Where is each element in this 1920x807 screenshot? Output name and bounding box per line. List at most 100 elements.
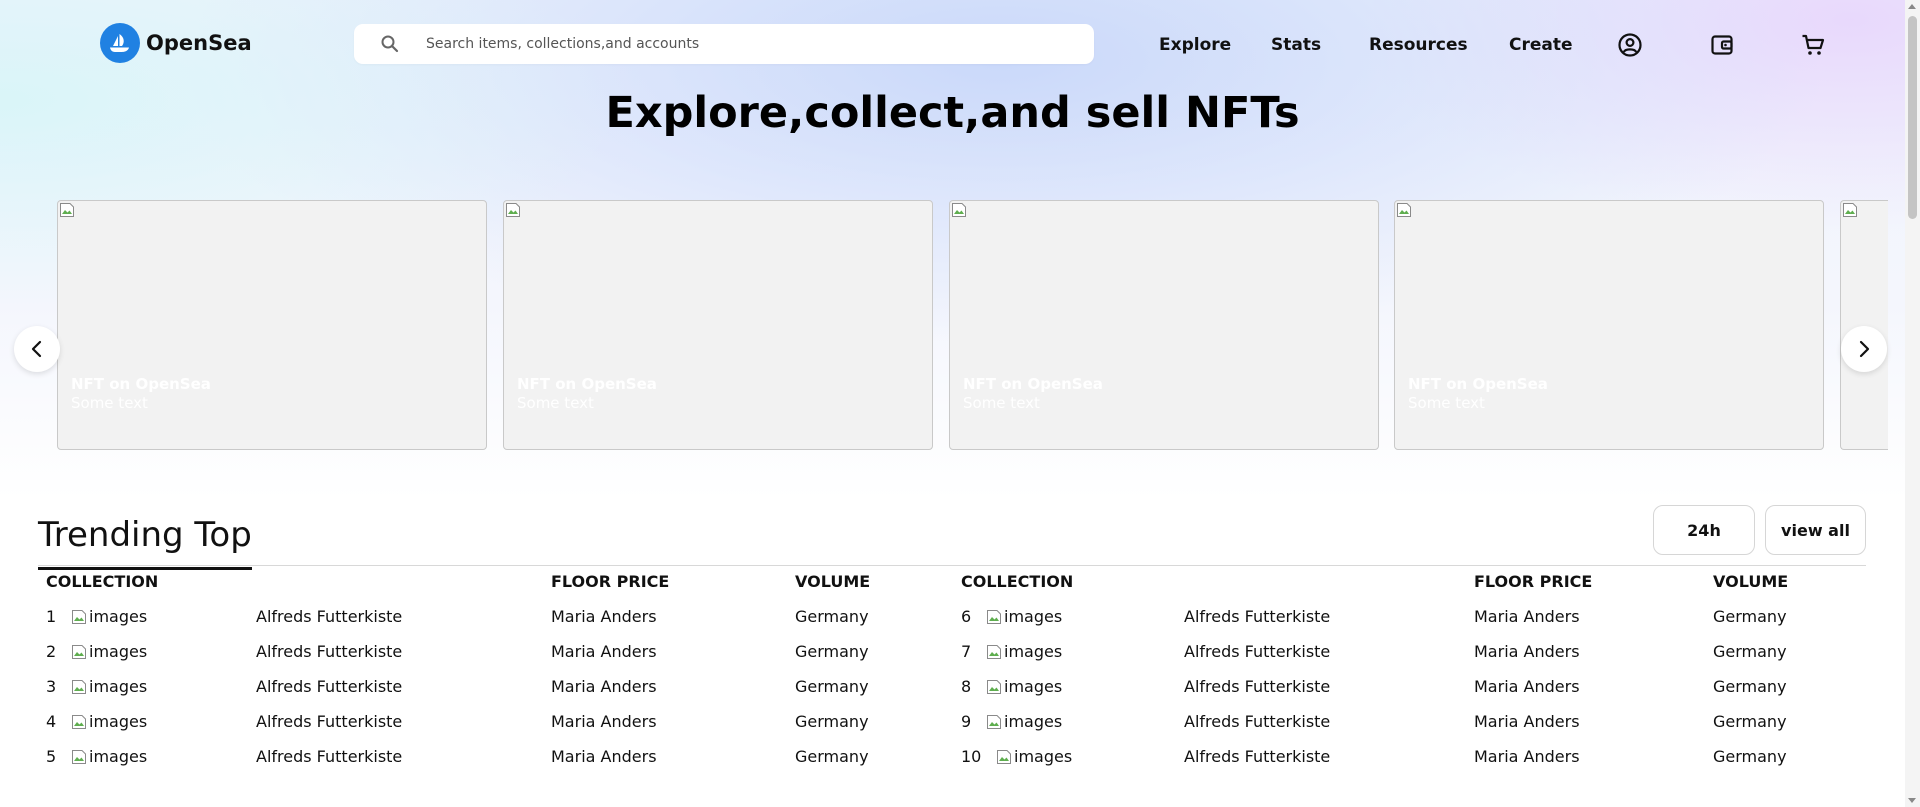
broken-image-icon <box>72 680 86 694</box>
collection-name[interactable]: Alfreds Futterkiste <box>256 677 402 697</box>
card-title: NFT on OpenSea <box>517 375 657 393</box>
volume-value: Germany <box>1713 677 1787 696</box>
carousel-next-button[interactable] <box>1841 326 1887 372</box>
broken-image-icon <box>987 645 1001 659</box>
volume-value: Germany <box>795 677 869 696</box>
collection-image: images <box>986 642 1062 662</box>
scroll-up-arrow-icon[interactable] <box>1908 4 1916 9</box>
collection-name[interactable]: Alfreds Futterkiste <box>256 607 402 627</box>
rank-number: 2 <box>46 642 57 661</box>
carousel-card[interactable]: NFT on OpenSea Some text <box>503 200 933 450</box>
table-row[interactable]: 5 images Alfreds Futterkiste Maria Anders Ge… <box>46 747 906 782</box>
volume-value: Germany <box>795 747 869 766</box>
search-bar[interactable] <box>354 24 1094 64</box>
page-scrollbar[interactable] <box>1905 0 1920 807</box>
nav-explore[interactable]: Explore <box>1159 35 1231 55</box>
collection-name[interactable]: Alfreds Futterkiste <box>256 642 402 662</box>
broken-image-icon <box>1397 203 1411 217</box>
carousel-card[interactable]: NFT on OpenSea Some text <box>57 200 487 450</box>
table-row[interactable]: 8 images Alfreds Futterkiste Maria Anders Ge… <box>961 677 1861 712</box>
volume-value: Germany <box>795 712 869 731</box>
scroll-down-arrow-icon[interactable] <box>1908 798 1916 803</box>
chevron-left-icon <box>31 340 42 358</box>
carousel-prev-button[interactable] <box>14 326 60 372</box>
nav-create[interactable]: Create <box>1509 35 1573 55</box>
column-header-volume: VOLUME <box>1713 572 1789 591</box>
floor-price-value: Maria Anders <box>1474 677 1580 696</box>
table-row[interactable]: 1 images Alfreds Futterkiste Maria Anders Ge… <box>46 607 906 642</box>
rank-number: 9 <box>961 712 972 731</box>
image-alt-text: images <box>1004 677 1063 696</box>
table-row[interactable]: 9 images Alfreds Futterkiste Maria Anders Ge… <box>961 712 1861 747</box>
collection-image: images <box>986 607 1062 627</box>
column-header-floor-price: FLOOR PRICE <box>551 572 670 591</box>
table-row[interactable]: 3 images Alfreds Futterkiste Maria Anders Ge… <box>46 677 906 712</box>
collection-name[interactable]: Alfreds Futterkiste <box>1184 747 1330 767</box>
card-subtitle: Some text <box>71 394 148 412</box>
rank-number: 10 <box>961 747 982 766</box>
search-icon <box>381 35 399 53</box>
volume-value: Germany <box>1713 747 1787 766</box>
collection-name[interactable]: Alfreds Futterkiste <box>256 712 402 732</box>
volume-value: Germany <box>1713 642 1787 661</box>
image-alt-text: images <box>1014 747 1073 766</box>
image-alt-text: images <box>89 747 148 766</box>
collection-name[interactable]: Alfreds Futterkiste <box>1184 712 1330 732</box>
image-alt-text: images <box>89 712 148 731</box>
floor-price-value: Maria Anders <box>1474 712 1580 731</box>
card-title: NFT on OpenSea <box>1408 375 1548 393</box>
rank-number: 8 <box>961 677 972 696</box>
ranking-table-left: COLLECTION FLOOR PRICE VOLUME 1 images Alf… <box>46 572 906 772</box>
nav-resources[interactable]: Resources <box>1369 35 1468 55</box>
tab-trending-top[interactable]: Trending Top <box>38 515 252 570</box>
collection-name[interactable]: Alfreds Futterkiste <box>1184 607 1330 627</box>
table-row[interactable]: 7 images Alfreds Futterkiste Maria Anders Ge… <box>961 642 1861 677</box>
rank-number: 6 <box>961 607 972 626</box>
image-alt-text: images <box>1004 642 1063 661</box>
table-row[interactable]: 10 images Alfreds Futterkiste Maria Anders G… <box>961 747 1861 782</box>
collection-image: images <box>996 747 1072 767</box>
image-alt-text: images <box>89 642 148 661</box>
collection-name[interactable]: Alfreds Futterkiste <box>256 747 402 767</box>
broken-image-icon <box>1843 203 1857 217</box>
column-header-floor-price: FLOOR PRICE <box>1474 572 1593 591</box>
rank-number: 7 <box>961 642 972 661</box>
collection-name[interactable]: Alfreds Futterkiste <box>1184 642 1330 662</box>
card-title: NFT on OpenSea <box>71 375 211 393</box>
image-alt-text: images <box>1004 712 1063 731</box>
account-icon[interactable] <box>1617 32 1643 58</box>
table-row[interactable]: 4 images Alfreds Futterkiste Maria Anders Ge… <box>46 712 906 747</box>
broken-image-icon <box>987 680 1001 694</box>
collection-name[interactable]: Alfreds Futterkiste <box>1184 677 1330 697</box>
view-all-button[interactable]: view all <box>1765 505 1866 555</box>
rank-number: 1 <box>46 607 57 626</box>
column-header-collection: COLLECTION <box>46 572 159 591</box>
broken-image-icon <box>60 203 74 217</box>
rank-number: 3 <box>46 677 57 696</box>
floor-price-value: Maria Anders <box>551 607 657 626</box>
column-header-volume: VOLUME <box>795 572 871 591</box>
carousel-card-partial[interactable] <box>1840 200 1888 450</box>
wallet-icon[interactable] <box>1709 32 1735 58</box>
volume-value: Germany <box>1713 712 1787 731</box>
table-row[interactable]: 2 images Alfreds Futterkiste Maria Anders Ge… <box>46 642 906 677</box>
broken-image-icon <box>952 203 966 217</box>
nav-stats[interactable]: Stats <box>1271 35 1321 55</box>
broken-image-icon <box>72 750 86 764</box>
broken-image-icon <box>72 715 86 729</box>
broken-image-icon <box>72 645 86 659</box>
carousel-card[interactable]: NFT on OpenSea Some text <box>1394 200 1824 450</box>
scroll-thumb[interactable] <box>1908 16 1917 219</box>
broken-image-icon <box>987 715 1001 729</box>
period-select-button[interactable]: 24h <box>1653 505 1755 555</box>
search-input[interactable] <box>426 24 1066 64</box>
image-alt-text: images <box>89 677 148 696</box>
featured-carousel: NFT on OpenSea Some text NFT on OpenSea … <box>0 200 1905 452</box>
cart-icon[interactable] <box>1800 32 1826 58</box>
rank-number: 5 <box>46 747 57 766</box>
volume-value: Germany <box>1713 607 1787 626</box>
collection-image: images <box>71 642 147 662</box>
carousel-card[interactable]: NFT on OpenSea Some text <box>949 200 1379 450</box>
brand-logo[interactable]: OpenSea <box>100 23 252 63</box>
table-row[interactable]: 6 images Alfreds Futterkiste Maria Anders Ge… <box>961 607 1861 642</box>
